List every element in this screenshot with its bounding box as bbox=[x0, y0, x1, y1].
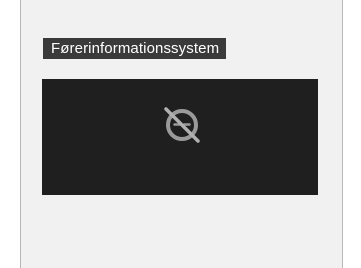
display-screen bbox=[42, 79, 318, 195]
figure-panel: Førerinformationssystem bbox=[20, 0, 343, 268]
section-title-label: Førerinformationssystem bbox=[43, 38, 227, 59]
no-display-icon bbox=[164, 107, 200, 143]
